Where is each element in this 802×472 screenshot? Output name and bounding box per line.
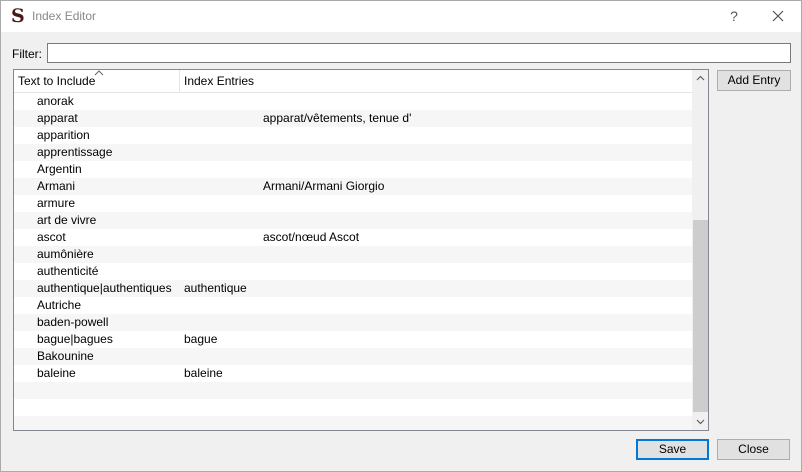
cell-entry: baleine: [184, 366, 223, 380]
chevron-up-icon[interactable]: [692, 70, 708, 87]
column-header-index-entries[interactable]: Index Entries: [180, 70, 680, 93]
window-title: Index Editor: [32, 9, 97, 23]
table-rows: anorak apparat apparat/vêtements, tenue d…: [14, 93, 692, 430]
close-button[interactable]: Close: [717, 439, 790, 460]
table-row[interactable]: Autriche: [14, 297, 692, 314]
table-row[interactable]: apprentissage: [14, 144, 692, 161]
table-row[interactable]: apparat apparat/vêtements, tenue d': [14, 110, 692, 127]
table-row[interactable]: authentique|authentiques authentique: [14, 280, 692, 297]
table-row[interactable]: baden-powell: [14, 314, 692, 331]
sort-ascending-icon: [94, 70, 104, 76]
index-table: Text to Include Index Entries anorak app…: [13, 69, 709, 431]
cell-extra: ascot/nœud Ascot: [263, 230, 360, 244]
cell-text: ascot: [37, 230, 66, 244]
title-bar: S Index Editor ?: [1, 1, 801, 32]
cell-text: baleine: [37, 366, 76, 380]
table-row[interactable]: Armani Armani/Armani Giorgio: [14, 178, 692, 195]
table-row[interactable]: Bakounine: [14, 348, 692, 365]
table-header: Text to Include Index Entries: [14, 70, 692, 93]
cell-extra: Armani/Armani Giorgio: [263, 179, 385, 193]
vertical-scrollbar[interactable]: [692, 70, 708, 430]
cell-entry: authentique: [184, 281, 247, 295]
cell-text: art de vivre: [37, 213, 97, 227]
table-row-empty: [14, 399, 692, 416]
cell-text: authentique|authentiques: [37, 281, 172, 295]
filter-input[interactable]: [47, 43, 791, 63]
filter-label: Filter:: [12, 47, 42, 61]
cell-text: apparition: [37, 128, 90, 142]
table-row[interactable]: ascot ascot/nœud Ascot: [14, 229, 692, 246]
table-row[interactable]: art de vivre: [14, 212, 692, 229]
table-row[interactable]: apparition: [14, 127, 692, 144]
help-button[interactable]: ?: [723, 5, 745, 27]
column-header-label: Text to Include: [18, 74, 96, 88]
table-row[interactable]: armure: [14, 195, 692, 212]
cell-text: Bakounine: [37, 349, 94, 363]
column-header-label: Index Entries: [184, 74, 255, 88]
cell-text: authenticité: [37, 264, 99, 278]
cell-text: Autriche: [37, 298, 82, 312]
table-row-empty: [14, 382, 692, 399]
app-s-icon: S: [11, 5, 25, 27]
cell-text: Argentin: [37, 162, 82, 176]
table-row[interactable]: bague|bagues bague: [14, 331, 692, 348]
cell-text: Armani: [37, 179, 76, 193]
scrollbar-thumb[interactable]: [693, 220, 708, 412]
table-row[interactable]: anorak: [14, 93, 692, 110]
cell-entry: bague: [184, 332, 218, 346]
column-header-text-to-include[interactable]: Text to Include: [14, 70, 180, 93]
cell-text: bague|bagues: [37, 332, 113, 346]
save-button[interactable]: Save: [636, 439, 709, 460]
table-row[interactable]: authenticité: [14, 263, 692, 280]
index-editor-window: S Index Editor ? Filter: Text to Include…: [0, 0, 802, 472]
table-row[interactable]: Argentin: [14, 161, 692, 178]
cell-extra: apparat/vêtements, tenue d': [263, 111, 412, 125]
cell-text: apprentissage: [37, 145, 113, 159]
cell-text: baden-powell: [37, 315, 109, 329]
chevron-down-icon[interactable]: [692, 413, 708, 430]
cell-text: armure: [37, 196, 76, 210]
add-entry-button[interactable]: Add Entry: [717, 70, 791, 91]
table-row-empty: [14, 416, 692, 430]
table-row[interactable]: aumônière: [14, 246, 692, 263]
close-icon[interactable]: [767, 5, 789, 27]
cell-text: aumônière: [37, 247, 94, 261]
cell-text: apparat: [37, 111, 78, 125]
table-row[interactable]: baleine baleine: [14, 365, 692, 382]
cell-text: anorak: [37, 94, 74, 108]
